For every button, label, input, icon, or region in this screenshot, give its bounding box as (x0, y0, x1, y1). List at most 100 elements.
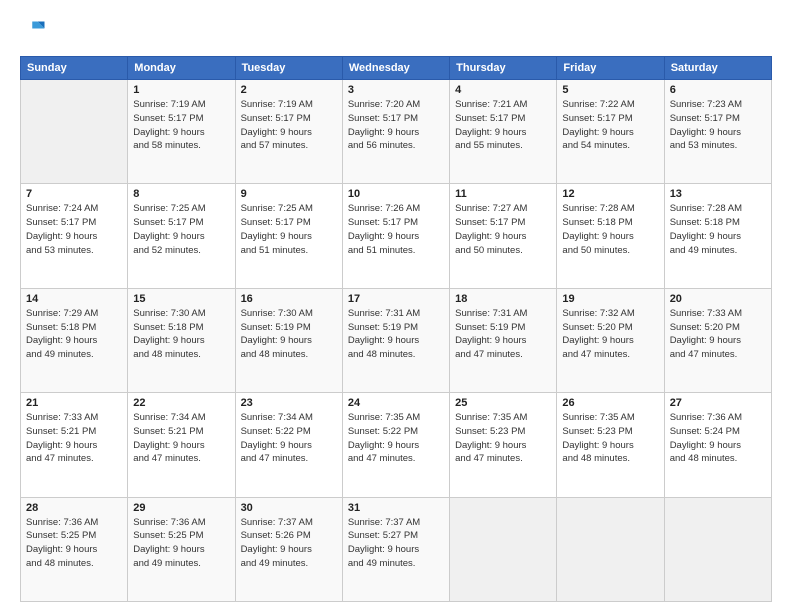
header (20, 18, 772, 46)
day-number: 19 (562, 293, 658, 305)
day-info: Sunrise: 7:26 AM Sunset: 5:17 PM Dayligh… (348, 202, 444, 257)
day-cell: 29 Sunrise: 7:36 AM Sunset: 5:25 PM Dayli… (128, 497, 235, 601)
day-cell: 1 Sunrise: 7:19 AM Sunset: 5:17 PM Daylig… (128, 80, 235, 184)
day-cell: 21Sunrise: 7:33 AM Sunset: 5:21 PM Dayli… (21, 393, 128, 497)
day-info: Sunrise: 7:35 AM Sunset: 5:23 PM Dayligh… (562, 411, 658, 466)
day-cell (21, 80, 128, 184)
day-cell: 11Sunrise: 7:27 AM Sunset: 5:17 PM Dayli… (450, 184, 557, 288)
day-number: 16 (241, 293, 337, 305)
day-info: Sunrise: 7:34 AM Sunset: 5:21 PM Dayligh… (133, 411, 229, 466)
day-cell: 26 Sunrise: 7:35 AM Sunset: 5:23 PM Dayli… (557, 393, 664, 497)
day-info: Sunrise: 7:23 AM Sunset: 5:17 PM Dayligh… (670, 98, 766, 153)
week-row-3: 14 Sunrise: 7:29 AM Sunset: 5:18 PM Dayli… (21, 288, 772, 392)
day-info: Sunrise: 7:36 AM Sunset: 5:25 PM Dayligh… (26, 516, 122, 571)
weekday-header-row: SundayMondayTuesdayWednesdayThursdayFrid… (21, 57, 772, 80)
day-number: 4 (455, 84, 551, 96)
day-number: 8 (133, 188, 229, 200)
day-number: 22 (133, 397, 229, 409)
day-info: Sunrise: 7:35 AM Sunset: 5:23 PM Dayligh… (455, 411, 551, 466)
week-row-1: 1 Sunrise: 7:19 AM Sunset: 5:17 PM Daylig… (21, 80, 772, 184)
day-cell: 4 Sunrise: 7:21 AM Sunset: 5:17 PM Daylig… (450, 80, 557, 184)
day-info: Sunrise: 7:30 AM Sunset: 5:18 PM Dayligh… (133, 307, 229, 362)
weekday-wednesday: Wednesday (342, 57, 449, 80)
page: SundayMondayTuesdayWednesdayThursdayFrid… (0, 0, 792, 612)
day-number: 15 (133, 293, 229, 305)
day-cell (664, 497, 771, 601)
day-cell: 3 Sunrise: 7:20 AM Sunset: 5:17 PM Daylig… (342, 80, 449, 184)
weekday-saturday: Saturday (664, 57, 771, 80)
day-info: Sunrise: 7:25 AM Sunset: 5:17 PM Dayligh… (241, 202, 337, 257)
day-number: 30 (241, 502, 337, 514)
week-row-2: 7Sunrise: 7:24 AM Sunset: 5:17 PM Daylig… (21, 184, 772, 288)
day-number: 14 (26, 293, 122, 305)
weekday-tuesday: Tuesday (235, 57, 342, 80)
day-info: Sunrise: 7:36 AM Sunset: 5:25 PM Dayligh… (133, 516, 229, 571)
day-info: Sunrise: 7:30 AM Sunset: 5:19 PM Dayligh… (241, 307, 337, 362)
day-info: Sunrise: 7:31 AM Sunset: 5:19 PM Dayligh… (348, 307, 444, 362)
week-row-4: 21Sunrise: 7:33 AM Sunset: 5:21 PM Dayli… (21, 393, 772, 497)
day-info: Sunrise: 7:29 AM Sunset: 5:18 PM Dayligh… (26, 307, 122, 362)
day-info: Sunrise: 7:35 AM Sunset: 5:22 PM Dayligh… (348, 411, 444, 466)
day-info: Sunrise: 7:33 AM Sunset: 5:20 PM Dayligh… (670, 307, 766, 362)
day-number: 13 (670, 188, 766, 200)
day-cell: 18Sunrise: 7:31 AM Sunset: 5:19 PM Dayli… (450, 288, 557, 392)
weekday-thursday: Thursday (450, 57, 557, 80)
day-cell: 10 Sunrise: 7:26 AM Sunset: 5:17 PM Dayli… (342, 184, 449, 288)
day-number: 9 (241, 188, 337, 200)
day-number: 29 (133, 502, 229, 514)
day-number: 3 (348, 84, 444, 96)
day-number: 7 (26, 188, 122, 200)
day-cell: 23Sunrise: 7:34 AM Sunset: 5:22 PM Dayli… (235, 393, 342, 497)
day-number: 26 (562, 397, 658, 409)
day-cell: 2 Sunrise: 7:19 AM Sunset: 5:17 PM Daylig… (235, 80, 342, 184)
day-number: 17 (348, 293, 444, 305)
day-cell: 5 Sunrise: 7:22 AM Sunset: 5:17 PM Daylig… (557, 80, 664, 184)
calendar-table: SundayMondayTuesdayWednesdayThursdayFrid… (20, 56, 772, 602)
day-number: 1 (133, 84, 229, 96)
day-cell: 25Sunrise: 7:35 AM Sunset: 5:23 PM Dayli… (450, 393, 557, 497)
day-info: Sunrise: 7:33 AM Sunset: 5:21 PM Dayligh… (26, 411, 122, 466)
day-number: 18 (455, 293, 551, 305)
day-cell: 31Sunrise: 7:37 AM Sunset: 5:27 PM Dayli… (342, 497, 449, 601)
day-info: Sunrise: 7:22 AM Sunset: 5:17 PM Dayligh… (562, 98, 658, 153)
day-info: Sunrise: 7:37 AM Sunset: 5:26 PM Dayligh… (241, 516, 337, 571)
day-cell: 30 Sunrise: 7:37 AM Sunset: 5:26 PM Dayli… (235, 497, 342, 601)
weekday-friday: Friday (557, 57, 664, 80)
day-cell: 24 Sunrise: 7:35 AM Sunset: 5:22 PM Dayli… (342, 393, 449, 497)
day-info: Sunrise: 7:25 AM Sunset: 5:17 PM Dayligh… (133, 202, 229, 257)
day-number: 2 (241, 84, 337, 96)
day-cell: 14 Sunrise: 7:29 AM Sunset: 5:18 PM Dayli… (21, 288, 128, 392)
day-cell: 8 Sunrise: 7:25 AM Sunset: 5:17 PM Daylig… (128, 184, 235, 288)
day-info: Sunrise: 7:32 AM Sunset: 5:20 PM Dayligh… (562, 307, 658, 362)
day-cell: 16 Sunrise: 7:30 AM Sunset: 5:19 PM Dayli… (235, 288, 342, 392)
day-cell (557, 497, 664, 601)
day-cell: 15 Sunrise: 7:30 AM Sunset: 5:18 PM Dayli… (128, 288, 235, 392)
day-info: Sunrise: 7:19 AM Sunset: 5:17 PM Dayligh… (241, 98, 337, 153)
logo-icon (20, 18, 48, 46)
day-info: Sunrise: 7:27 AM Sunset: 5:17 PM Dayligh… (455, 202, 551, 257)
day-info: Sunrise: 7:36 AM Sunset: 5:24 PM Dayligh… (670, 411, 766, 466)
day-number: 31 (348, 502, 444, 514)
day-info: Sunrise: 7:34 AM Sunset: 5:22 PM Dayligh… (241, 411, 337, 466)
day-info: Sunrise: 7:19 AM Sunset: 5:17 PM Dayligh… (133, 98, 229, 153)
day-cell: 27 Sunrise: 7:36 AM Sunset: 5:24 PM Dayli… (664, 393, 771, 497)
day-number: 28 (26, 502, 122, 514)
day-info: Sunrise: 7:20 AM Sunset: 5:17 PM Dayligh… (348, 98, 444, 153)
day-number: 5 (562, 84, 658, 96)
day-info: Sunrise: 7:28 AM Sunset: 5:18 PM Dayligh… (670, 202, 766, 257)
week-row-5: 28 Sunrise: 7:36 AM Sunset: 5:25 PM Dayli… (21, 497, 772, 601)
day-cell: 19 Sunrise: 7:32 AM Sunset: 5:20 PM Dayli… (557, 288, 664, 392)
day-number: 27 (670, 397, 766, 409)
day-number: 6 (670, 84, 766, 96)
weekday-monday: Monday (128, 57, 235, 80)
day-cell: 9 Sunrise: 7:25 AM Sunset: 5:17 PM Daylig… (235, 184, 342, 288)
weekday-sunday: Sunday (21, 57, 128, 80)
logo (20, 18, 52, 46)
day-cell: 12Sunrise: 7:28 AM Sunset: 5:18 PM Dayli… (557, 184, 664, 288)
day-cell: 17 Sunrise: 7:31 AM Sunset: 5:19 PM Dayli… (342, 288, 449, 392)
day-cell: 28 Sunrise: 7:36 AM Sunset: 5:25 PM Dayli… (21, 497, 128, 601)
day-number: 24 (348, 397, 444, 409)
day-info: Sunrise: 7:21 AM Sunset: 5:17 PM Dayligh… (455, 98, 551, 153)
day-cell: 13 Sunrise: 7:28 AM Sunset: 5:18 PM Dayli… (664, 184, 771, 288)
day-number: 10 (348, 188, 444, 200)
